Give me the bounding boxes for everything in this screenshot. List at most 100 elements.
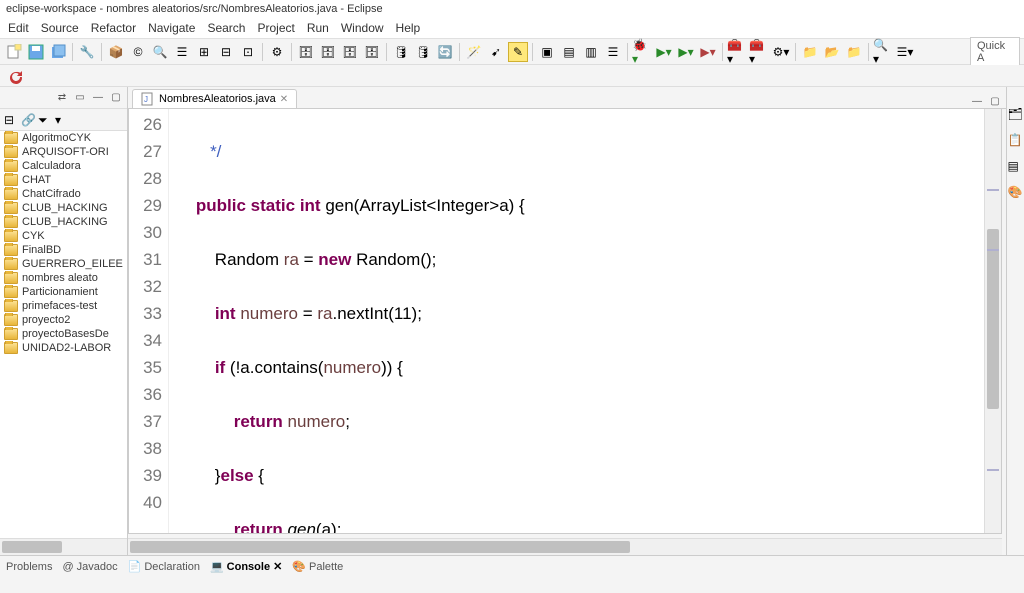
build-icon[interactable]: 🧰▾ xyxy=(727,42,747,62)
pkg-icon[interactable]: 📦 xyxy=(106,42,126,62)
ws-icon[interactable]: ⚙ xyxy=(267,42,287,62)
gear-icon[interactable]: ⚙▾ xyxy=(771,42,791,62)
cursor-icon[interactable]: ➹ xyxy=(486,42,506,62)
menu-edit[interactable]: Edit xyxy=(8,21,29,35)
menu-run[interactable]: Run xyxy=(307,21,329,35)
outline-icon[interactable]: 🗂 xyxy=(1008,107,1024,123)
tab-palette[interactable]: 🎨 Palette xyxy=(292,560,343,573)
srv3-icon[interactable]: 🗄 xyxy=(340,42,360,62)
code-pane[interactable]: */ public static int gen(ArrayList<Integ… xyxy=(169,109,984,533)
menu-navigate[interactable]: Navigate xyxy=(148,21,195,35)
fld3-icon[interactable]: 📁 xyxy=(844,42,864,62)
link-editor-icon[interactable]: ⇄ xyxy=(55,91,69,105)
tab-label: NombresAleatorios.java xyxy=(159,93,276,105)
quick-access-input[interactable]: Quick A xyxy=(970,37,1020,67)
menu-window[interactable]: Window xyxy=(341,21,384,35)
coverage-icon[interactable]: ▶▾ xyxy=(676,42,696,62)
struct3-icon[interactable]: ⊟ xyxy=(216,42,236,62)
tab-declaration[interactable]: 📄 Declaration xyxy=(128,560,200,573)
editor-hscroll[interactable] xyxy=(128,538,1002,555)
editor-maximize-icon[interactable]: ▢ xyxy=(988,94,1002,108)
filter-icon[interactable]: ⏷ xyxy=(38,113,52,127)
editor-tabstrip: J NombresAleatorios.java ✕ — ▢ xyxy=(128,87,1006,109)
project-item[interactable]: CHAT xyxy=(0,173,127,187)
refr-icon[interactable]: 🔄 xyxy=(435,42,455,62)
folder-icon xyxy=(4,216,18,228)
view-menu-icon[interactable]: ▾ xyxy=(55,113,69,127)
minimize-icon[interactable]: — xyxy=(91,91,105,105)
props-icon[interactable]: ▤ xyxy=(1008,159,1024,175)
wand-icon[interactable]: 🪄 xyxy=(464,42,484,62)
project-item[interactable]: AlgoritmoCYK xyxy=(0,131,127,145)
tab-javadoc[interactable]: @ Javadoc xyxy=(62,561,117,573)
struct-icon[interactable]: ☰ xyxy=(172,42,192,62)
struct4-icon[interactable]: ⊡ xyxy=(238,42,258,62)
editor-tab[interactable]: J NombresAleatorios.java ✕ xyxy=(132,89,297,108)
tab-problems[interactable]: Problems xyxy=(6,561,52,573)
search-icon[interactable]: 🔍▾ xyxy=(873,42,893,62)
project-item[interactable]: GUERRERO_EILEE xyxy=(0,257,127,271)
project-item[interactable]: nombres aleato xyxy=(0,271,127,285)
maximize-icon[interactable]: ▢ xyxy=(109,91,123,105)
db2-icon[interactable]: 🛢 xyxy=(413,42,433,62)
explorer-hscroll[interactable] xyxy=(0,538,127,555)
tasks-icon[interactable]: 📋 xyxy=(1008,133,1024,149)
editor-vscroll[interactable] xyxy=(984,109,1001,533)
build2-icon[interactable]: 🧰▾ xyxy=(749,42,769,62)
project-item[interactable]: primefaces-test xyxy=(0,299,127,313)
menu-project[interactable]: Project xyxy=(257,21,294,35)
refresh-icon[interactable] xyxy=(6,68,26,88)
project-item[interactable]: CLUB_HACKING xyxy=(0,201,127,215)
new-icon[interactable] xyxy=(4,42,24,62)
link-icon[interactable]: 🔗 xyxy=(21,113,35,127)
switch-icon[interactable]: 🔧 xyxy=(77,42,97,62)
project-item[interactable]: FinalBD xyxy=(0,243,127,257)
project-item[interactable]: proyectoBasesDe xyxy=(0,327,127,341)
project-item[interactable]: Calculadora xyxy=(0,159,127,173)
db-icon[interactable]: 🛢 xyxy=(391,42,411,62)
open-type-icon[interactable]: 🔍 xyxy=(150,42,170,62)
folder-icon xyxy=(4,258,18,270)
menu-source[interactable]: Source xyxy=(41,21,79,35)
project-item[interactable]: UNIDAD2-LABOR xyxy=(0,341,127,355)
box4-icon[interactable]: ☰ xyxy=(603,42,623,62)
fld1-icon[interactable]: 📁 xyxy=(800,42,820,62)
tab-close-icon[interactable]: ✕ xyxy=(273,560,282,573)
toolbar-separator xyxy=(291,43,292,61)
srv4-icon[interactable]: 🗄 xyxy=(362,42,382,62)
project-item[interactable]: proyecto2 xyxy=(0,313,127,327)
menu-search[interactable]: Search xyxy=(207,21,245,35)
tab-close-icon[interactable]: ✕ xyxy=(280,94,288,105)
srv1-icon[interactable]: 🗄 xyxy=(296,42,316,62)
menu-help[interactable]: Help xyxy=(396,21,421,35)
run-icon[interactable]: ▶▾ xyxy=(654,42,674,62)
status-bar xyxy=(0,577,1024,593)
box2-icon[interactable]: ▤ xyxy=(559,42,579,62)
menu-refactor[interactable]: Refactor xyxy=(91,21,136,35)
collapse-icon[interactable]: ▭ xyxy=(73,91,87,105)
folder-icon xyxy=(4,160,18,172)
box1-icon[interactable]: ▣ xyxy=(537,42,557,62)
project-item[interactable]: CLUB_HACKING xyxy=(0,215,127,229)
palette-icon[interactable]: 🎨 xyxy=(1008,185,1024,201)
project-item[interactable]: ARQUISOFT-ORI xyxy=(0,145,127,159)
project-item[interactable]: ChatCifrado xyxy=(0,187,127,201)
save-all-icon[interactable] xyxy=(48,42,68,62)
srv2-icon[interactable]: 🗄 xyxy=(318,42,338,62)
toolbar-separator xyxy=(532,43,533,61)
debug-icon[interactable]: 🐞▾ xyxy=(632,42,652,62)
ext-run-icon[interactable]: ▶▾ xyxy=(698,42,718,62)
highlight-icon[interactable]: ✎ xyxy=(508,42,528,62)
class-icon[interactable]: © xyxy=(128,42,148,62)
struct2-icon[interactable]: ⊞ xyxy=(194,42,214,62)
box3-icon[interactable]: ▥ xyxy=(581,42,601,62)
editor-minimize-icon[interactable]: — xyxy=(970,94,984,108)
save-icon[interactable] xyxy=(26,42,46,62)
filter-icon[interactable]: ☰▾ xyxy=(895,42,915,62)
fld2-icon[interactable]: 📂 xyxy=(822,42,842,62)
project-item[interactable]: CYK xyxy=(0,229,127,243)
collapse-all-icon[interactable]: ⊟ xyxy=(4,113,18,127)
project-item[interactable]: Particionamient xyxy=(0,285,127,299)
tab-console[interactable]: 💻 Console ✕ xyxy=(210,560,282,573)
svg-text:J: J xyxy=(144,95,148,104)
